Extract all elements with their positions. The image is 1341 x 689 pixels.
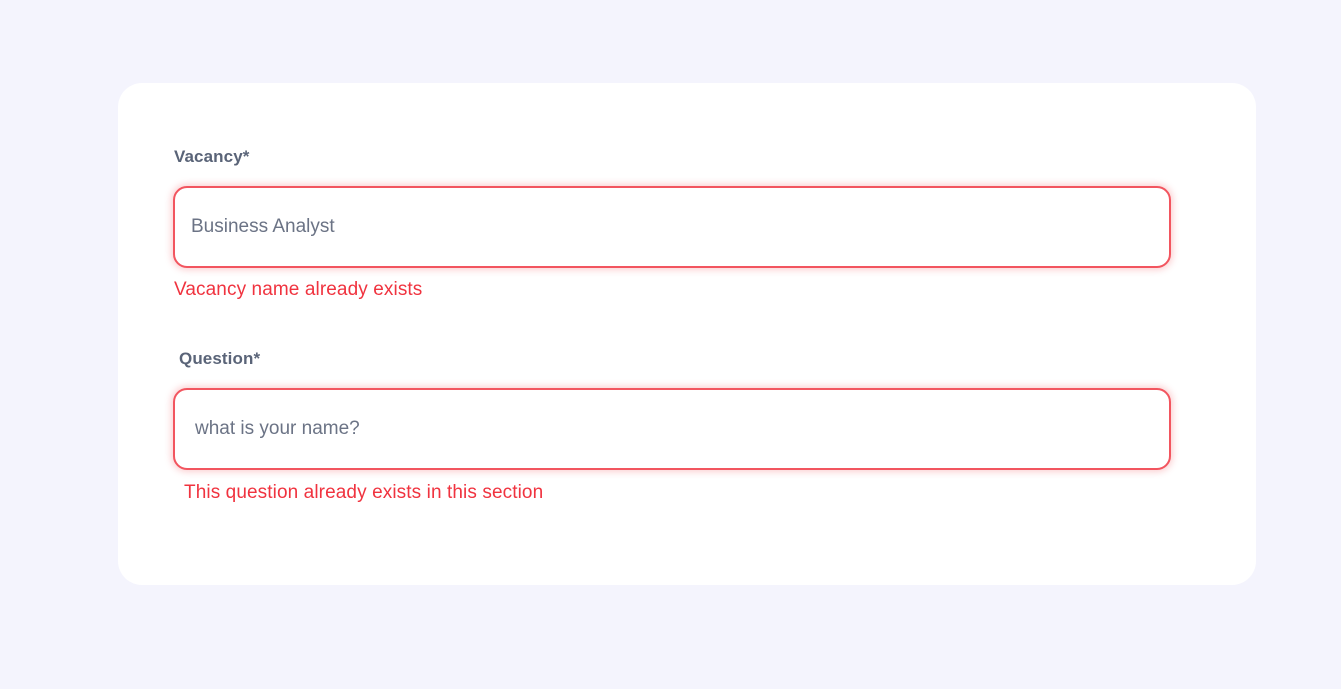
- vacancy-error-message: Vacancy name already exists: [174, 279, 423, 300]
- vacancy-input[interactable]: [191, 216, 1169, 238]
- question-input[interactable]: [195, 418, 1169, 440]
- question-error-message: This question already exists in this sec…: [184, 482, 544, 503]
- question-label: Question*: [179, 349, 261, 368]
- form-card: Vacancy* Vacancy name already exists Que…: [118, 83, 1256, 585]
- vacancy-label: Vacancy*: [174, 147, 250, 166]
- question-field[interactable]: [173, 388, 1171, 470]
- vacancy-field[interactable]: [173, 186, 1171, 268]
